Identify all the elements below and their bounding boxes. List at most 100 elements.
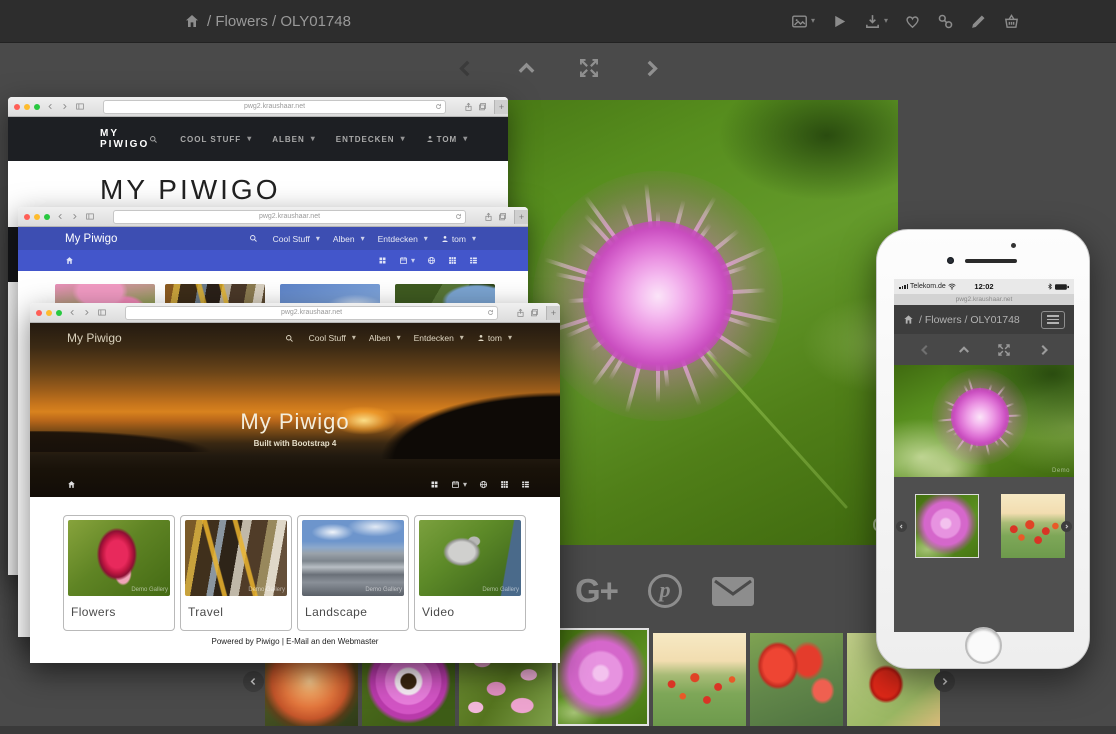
caret-down-icon: ▾ <box>508 334 512 342</box>
mock-menu: Cool Stuff▾Alben▾Entdecken▾tom▾ <box>285 333 512 343</box>
share-icon <box>516 308 525 318</box>
chevron-left-icon <box>456 59 475 78</box>
list-view-button <box>521 480 530 489</box>
mock-menu: COOL STUFF▾ALBEN▾ENTDECKEN▾TOM▾ <box>149 135 468 144</box>
slideshow-play-button[interactable] <box>831 13 848 30</box>
filmstrip-prev-button[interactable] <box>243 671 264 692</box>
mock-brand: My Piwigo <box>65 233 117 245</box>
back-icon <box>69 309 76 316</box>
home-icon <box>903 314 914 325</box>
address-bar: pwg2.kraushaar.net <box>113 210 466 224</box>
permalink-link-button[interactable] <box>937 13 954 30</box>
menu-item-tom: tom▾ <box>477 333 512 343</box>
minimize-window-icon <box>46 310 52 316</box>
category-image-landscape: Demo Gallery <box>302 520 404 596</box>
menu-item-alben: ALBEN▾ <box>272 135 316 144</box>
category-card-travel: Demo GalleryTravel <box>180 515 292 631</box>
grid-3x3-icon <box>448 256 457 265</box>
globe-button <box>427 256 436 265</box>
favorite-heart-button[interactable] <box>904 13 921 30</box>
mock-toolbar-indigo: ▾ <box>18 250 528 271</box>
caret-down-icon: ▾ <box>352 334 356 342</box>
new-tab-icon: + <box>494 100 508 114</box>
globe-icon <box>479 480 488 489</box>
caret-down-icon: ▾ <box>460 334 464 342</box>
top-toolbar: / Flowers / OLY01748 ▾▾ <box>0 0 1116 43</box>
tabs-icon <box>478 102 487 111</box>
mock-footer: Powered by Piwigo | E-Mail an den Webmas… <box>30 637 560 646</box>
browser-mockup-hero-theme: pwg2.kraushaar.net + My Piwigo Cool Stuf… <box>30 303 560 663</box>
fullscreen-expand-button <box>997 343 1011 357</box>
menu-item-alben: Alben▾ <box>333 234 365 244</box>
user-icon <box>441 235 449 243</box>
fullscreen-expand-icon <box>997 343 1011 357</box>
caret-down-icon: ▾ <box>316 235 320 243</box>
category-label: Landscape <box>302 596 404 626</box>
webmaster-link: E-Mail an den Webmaster <box>286 637 378 646</box>
caret-down-icon: ▾ <box>884 17 888 25</box>
chevron-left-icon <box>919 344 931 356</box>
chevron-left-button[interactable] <box>454 59 477 78</box>
home-icon[interactable] <box>184 13 200 29</box>
phone-speaker <box>965 259 1017 263</box>
mock-navbar-indigo: My Piwigo Cool Stuff▾Alben▾Entdecken▾tom… <box>18 227 528 250</box>
list-view-icon <box>521 480 530 489</box>
photo-action-buttons: ▾▾ <box>791 0 1020 42</box>
filmstrip-next-button[interactable] <box>934 671 955 692</box>
social-share-row: G+ p <box>575 572 754 610</box>
googleplus-share-icon[interactable]: G+ <box>575 572 618 610</box>
category-card-flowers: Demo GalleryFlowers <box>63 515 175 631</box>
menu-item-cool-stuff: Cool Stuff▾ <box>273 234 320 244</box>
category-card-landscape: Demo GalleryLandscape <box>297 515 409 631</box>
back-icon <box>57 213 64 220</box>
breadcrumb[interactable]: / Flowers / OLY01748 <box>184 0 351 42</box>
caret-down-icon: ▾ <box>811 17 815 25</box>
forward-icon <box>71 213 78 220</box>
edit-pencil-button[interactable] <box>970 13 987 30</box>
phone-filmstrip <box>894 477 1074 632</box>
breadcrumb-path[interactable]: / Flowers / OLY01748 <box>207 13 351 30</box>
viewer-navigation <box>0 42 1116 94</box>
filmstrip-thumb-thistle-selected[interactable] <box>556 628 649 726</box>
search-icon <box>249 234 258 243</box>
mock-view-icons: ▾ <box>378 256 478 265</box>
fullscreen-expand-button[interactable] <box>576 57 602 79</box>
grid-3x3-icon <box>500 480 509 489</box>
category-label: Video <box>419 596 521 626</box>
tabs-icon <box>498 212 507 221</box>
close-window-icon <box>24 214 30 220</box>
email-share-icon[interactable] <box>712 577 754 606</box>
shopping-basket-button[interactable] <box>1003 13 1020 30</box>
calendar-button: ▾ <box>451 480 467 489</box>
list-view-button <box>469 256 478 265</box>
photo-sizes-button[interactable]: ▾ <box>791 13 815 30</box>
refresh-icon <box>435 103 442 110</box>
calendar-button: ▾ <box>399 256 415 265</box>
chevron-up-button[interactable] <box>515 59 538 78</box>
menu-item-entdecken: Entdecken▾ <box>414 333 464 343</box>
caret-down-icon: ▾ <box>311 135 316 143</box>
home-icon <box>67 480 76 489</box>
filmstrip-thumb-poppies[interactable] <box>750 633 843 726</box>
refresh-icon <box>487 309 494 316</box>
minimize-window-icon <box>34 214 40 220</box>
user-icon <box>477 334 485 342</box>
pinterest-share-icon[interactable]: p <box>648 574 682 608</box>
filmstrip-thumb-poppy-field[interactable] <box>653 633 746 726</box>
piwigo-darkroom-page: Demo Gallery G+ p pwg2.kraushaar.net <box>0 0 1116 734</box>
chevron-right-button[interactable] <box>640 59 663 78</box>
shopping-basket-icon <box>1003 13 1020 30</box>
phone-thumb-thistle <box>915 494 979 558</box>
category-image-video: Demo Gallery <box>419 520 521 596</box>
grid-3x3-button <box>448 256 457 265</box>
phone-main-photo: Demo <box>894 365 1074 477</box>
download-button[interactable]: ▾ <box>864 13 888 30</box>
edit-pencil-icon <box>970 13 987 30</box>
category-card-video: Demo GalleryVideo <box>414 515 526 631</box>
category-image-travel: Demo Gallery <box>185 520 287 596</box>
new-tab-icon: + <box>546 306 560 320</box>
home-icon <box>65 256 74 265</box>
chevron-up-icon <box>517 59 536 78</box>
chevron-right-button <box>1038 344 1050 356</box>
mock-toolbar-hero: ▾ <box>30 480 560 489</box>
